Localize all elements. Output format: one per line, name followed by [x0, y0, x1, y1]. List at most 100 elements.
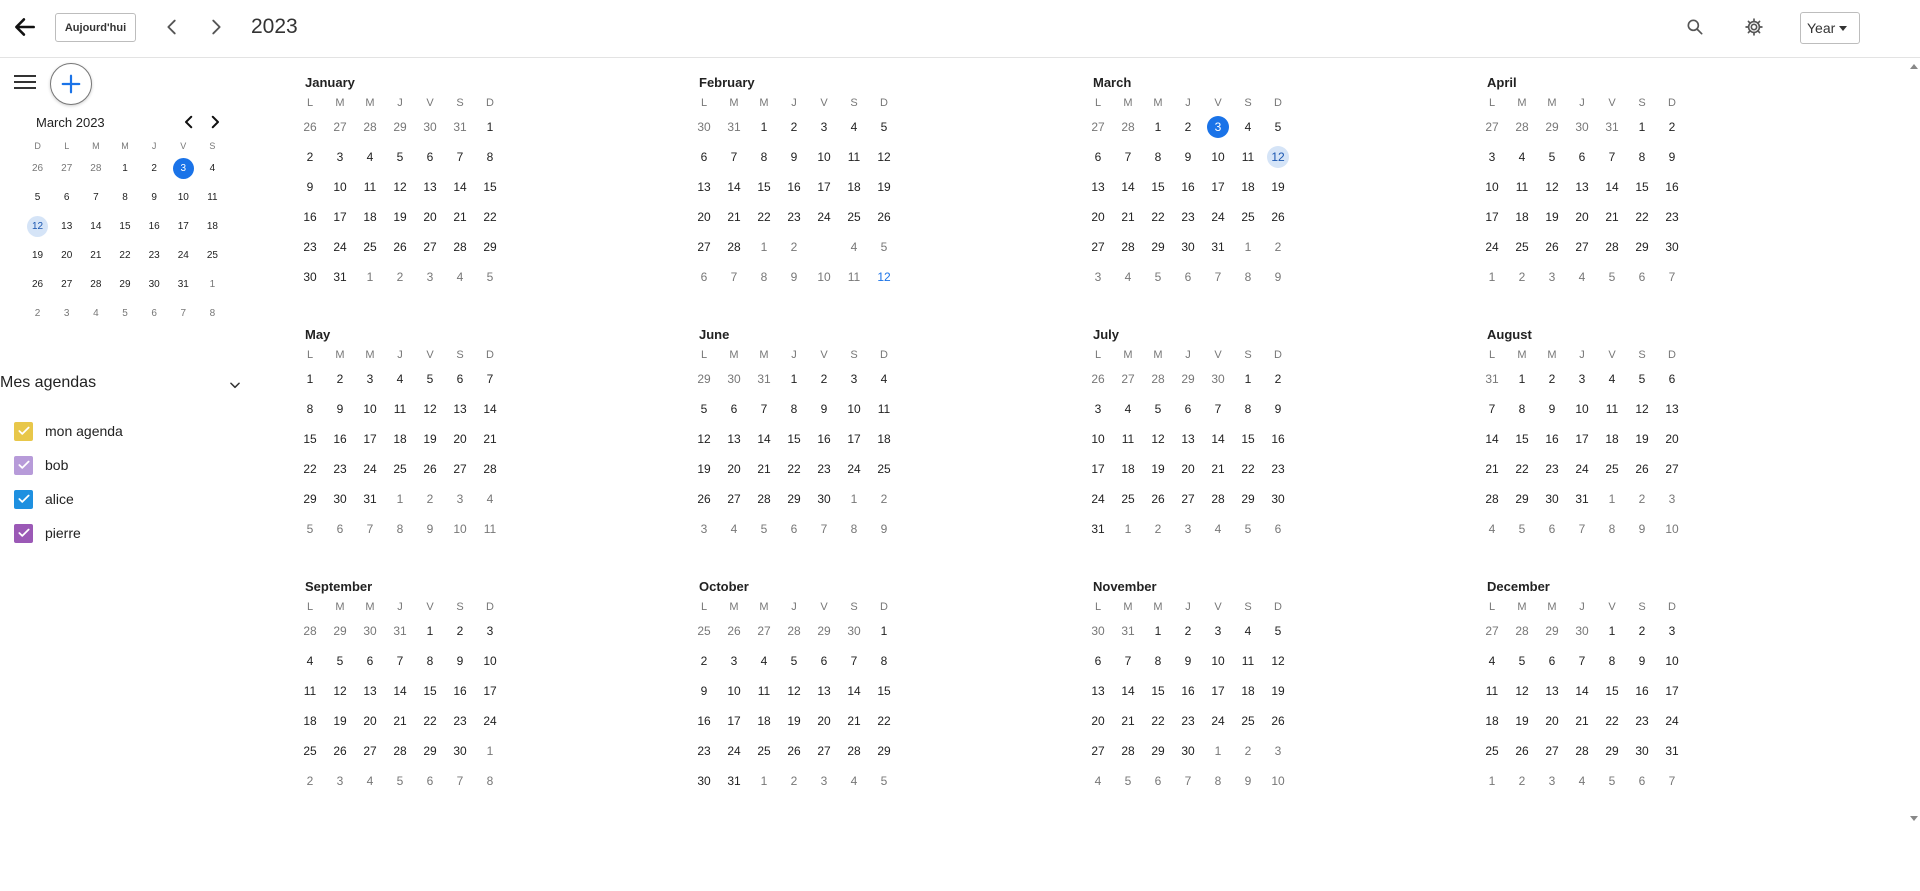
day-cell[interactable]: 27: [1567, 232, 1597, 262]
day-cell[interactable]: 7: [445, 766, 475, 796]
month-name[interactable]: June: [699, 327, 729, 342]
day-cell[interactable]: 8: [110, 183, 139, 212]
day-cell[interactable]: 10: [809, 142, 839, 172]
day-cell[interactable]: 5: [23, 183, 52, 212]
day-cell[interactable]: 15: [869, 676, 899, 706]
day-cell[interactable]: 6: [779, 514, 809, 544]
day-cell[interactable]: 26: [23, 270, 52, 299]
day-cell[interactable]: 5: [779, 646, 809, 676]
day-cell[interactable]: 4: [355, 766, 385, 796]
day-cell[interactable]: 21: [1203, 454, 1233, 484]
day-cell[interactable]: 8: [749, 262, 779, 292]
day-cell[interactable]: 15: [1143, 676, 1173, 706]
day-cell[interactable]: 24: [1477, 232, 1507, 262]
day-cell[interactable]: 25: [749, 736, 779, 766]
day-cell[interactable]: 13: [52, 212, 81, 241]
agenda-checkbox[interactable]: [14, 523, 33, 543]
day-cell[interactable]: 4: [1083, 766, 1113, 796]
day-cell[interactable]: 17: [355, 424, 385, 454]
day-cell[interactable]: 27: [52, 154, 81, 183]
day-cell[interactable]: 13: [415, 172, 445, 202]
day-cell[interactable]: 15: [1627, 172, 1657, 202]
day-cell[interactable]: 29: [779, 484, 809, 514]
day-cell[interactable]: 5: [325, 646, 355, 676]
day-cell[interactable]: 25: [295, 736, 325, 766]
day-cell[interactable]: 12: [325, 676, 355, 706]
day-cell[interactable]: 12: [1627, 394, 1657, 424]
day-cell[interactable]: 28: [81, 270, 110, 299]
day-cell[interactable]: 19: [1263, 676, 1293, 706]
month-name[interactable]: March: [1093, 75, 1131, 90]
day-cell[interactable]: 24: [1203, 202, 1233, 232]
day-cell[interactable]: 18: [385, 424, 415, 454]
month-name[interactable]: February: [699, 75, 755, 90]
day-cell[interactable]: 26: [1537, 232, 1567, 262]
day-cell[interactable]: 11: [295, 676, 325, 706]
view-select[interactable]: Year: [1800, 12, 1860, 44]
day-cell[interactable]: 14: [839, 676, 869, 706]
day-cell[interactable]: 25: [1233, 202, 1263, 232]
day-cell[interactable]: 9: [1263, 262, 1293, 292]
day-cell[interactable]: 23: [445, 706, 475, 736]
day-cell[interactable]: 29: [415, 736, 445, 766]
day-cell[interactable]: 8: [1143, 646, 1173, 676]
day-cell[interactable]: 9: [325, 394, 355, 424]
day-cell[interactable]: 16: [809, 424, 839, 454]
day-cell[interactable]: 1: [1143, 112, 1173, 142]
day-cell[interactable]: 11: [839, 262, 869, 292]
day-cell[interactable]: 25: [1233, 706, 1263, 736]
day-cell[interactable]: 13: [1083, 676, 1113, 706]
day-cell[interactable]: 7: [1113, 142, 1143, 172]
day-cell[interactable]: 5: [295, 514, 325, 544]
day-cell[interactable]: 31: [1597, 112, 1627, 142]
day-cell[interactable]: 10: [1203, 142, 1233, 172]
day-cell[interactable]: 4: [445, 262, 475, 292]
day-cell[interactable]: 21: [839, 706, 869, 736]
day-cell[interactable]: 27: [52, 270, 81, 299]
day-cell[interactable]: 28: [1477, 484, 1507, 514]
day-cell[interactable]: 15: [110, 212, 139, 241]
gear-icon[interactable]: [1744, 17, 1764, 37]
day-cell[interactable]: 17: [169, 212, 198, 241]
day-cell[interactable]: 4: [295, 646, 325, 676]
day-cell[interactable]: 4: [839, 766, 869, 796]
day-cell[interactable]: 2: [779, 766, 809, 796]
day-cell[interactable]: 10: [445, 514, 475, 544]
day-cell[interactable]: 15: [1597, 676, 1627, 706]
day-cell[interactable]: 1: [475, 112, 505, 142]
day-cell[interactable]: 11: [1597, 394, 1627, 424]
day-cell[interactable]: 5: [749, 514, 779, 544]
day-cell[interactable]: 11: [839, 142, 869, 172]
day-cell[interactable]: 6: [1537, 646, 1567, 676]
day-cell[interactable]: 7: [385, 646, 415, 676]
day-cell[interactable]: 28: [445, 232, 475, 262]
day-cell[interactable]: 7: [355, 514, 385, 544]
day-cell[interactable]: 11: [355, 172, 385, 202]
day-cell[interactable]: 20: [415, 202, 445, 232]
day-cell[interactable]: 14: [445, 172, 475, 202]
day-cell[interactable]: 30: [809, 484, 839, 514]
day-cell[interactable]: 26: [1083, 364, 1113, 394]
month-name[interactable]: September: [305, 579, 372, 594]
day-cell[interactable]: 22: [1627, 202, 1657, 232]
day-cell[interactable]: 2: [415, 484, 445, 514]
day-cell[interactable]: 30: [140, 270, 169, 299]
chevron-right-icon[interactable]: [205, 16, 227, 38]
day-cell[interactable]: 21: [475, 424, 505, 454]
day-cell[interactable]: 13: [1173, 424, 1203, 454]
day-cell[interactable]: 26: [1627, 454, 1657, 484]
day-cell[interactable]: 16: [1173, 172, 1203, 202]
day-cell[interactable]: 3: [809, 112, 839, 142]
day-cell[interactable]: 21: [385, 706, 415, 736]
scroll-down-arrow-icon[interactable]: [1910, 816, 1918, 821]
day-cell[interactable]: 18: [1477, 706, 1507, 736]
day-cell[interactable]: 8: [1143, 142, 1173, 172]
day-cell[interactable]: 10: [839, 394, 869, 424]
day-cell[interactable]: 19: [1507, 706, 1537, 736]
day-cell[interactable]: 29: [869, 736, 899, 766]
day-cell[interactable]: 16: [140, 212, 169, 241]
day-cell[interactable]: 1: [1597, 484, 1627, 514]
day-cell[interactable]: 13: [809, 676, 839, 706]
day-cell[interactable]: 11: [869, 394, 899, 424]
day-cell[interactable]: 6: [325, 514, 355, 544]
